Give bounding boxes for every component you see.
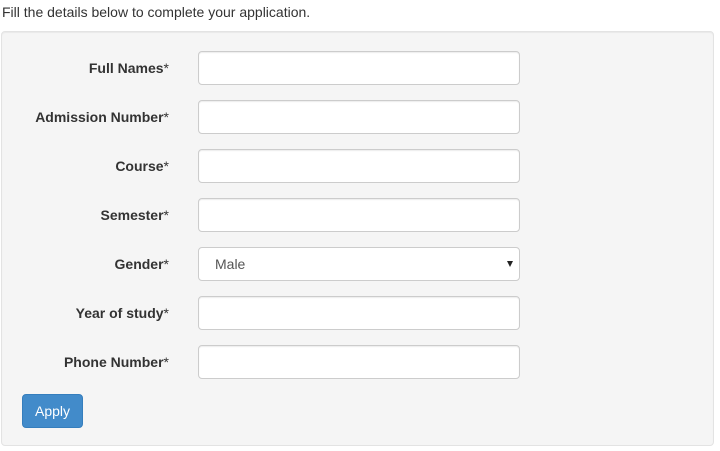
required-marker: * [163,60,169,76]
required-marker: * [163,256,169,272]
phone-number-input[interactable] [198,345,520,379]
required-marker: * [163,207,169,223]
form-row-course: Course* [2,149,715,183]
form-row-phone-number: Phone Number* [2,345,715,379]
year-of-study-label: Year of study* [75,305,169,321]
semester-label: Semester* [100,207,170,223]
gender-label: Gender* [114,256,169,272]
course-input[interactable] [198,149,520,183]
admission-number-input[interactable] [198,100,520,134]
dropdown-arrow-icon [507,261,513,267]
form-row-gender: Gender* Male [2,247,715,281]
full-names-label: Full Names* [88,60,169,76]
apply-button[interactable]: Apply [22,394,83,428]
form-row-admission-number: Admission Number* [2,100,715,134]
full-names-input[interactable] [198,51,520,85]
gender-select[interactable]: Male [198,247,520,281]
phone-number-label: Phone Number* [63,354,169,370]
form-instructions: Fill the details below to complete your … [2,4,311,20]
gender-selected-value: Male [215,256,246,272]
semester-input[interactable] [198,198,520,232]
admission-number-label: Admission Number* [35,109,169,125]
course-label: Course* [115,158,169,174]
required-marker: * [163,305,169,321]
application-form: Full Names* Admission Number* Course* Se… [1,31,714,446]
form-row-full-names: Full Names* [2,51,715,85]
form-row-semester: Semester* [2,198,715,232]
required-marker: * [163,158,169,174]
required-marker: * [163,109,169,125]
year-of-study-input[interactable] [198,296,520,330]
required-marker: * [163,354,169,370]
form-row-year-of-study: Year of study* [2,296,715,330]
